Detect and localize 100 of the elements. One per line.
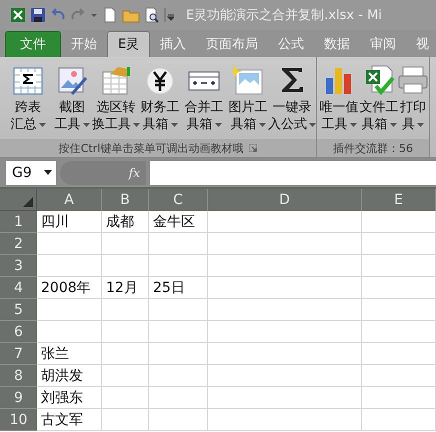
table-cell[interactable]: 古文军 <box>37 409 102 431</box>
select-all-corner[interactable] <box>0 189 37 211</box>
new-document-icon[interactable] <box>102 7 118 23</box>
table-cell[interactable] <box>208 409 362 431</box>
column-header[interactable]: A <box>37 189 102 211</box>
group-label: 按住Ctrl键单击菜单可调出动画教材哦 <box>58 140 244 156</box>
table-cell[interactable]: 张兰 <box>37 343 102 365</box>
row-header[interactable]: 7 <box>0 343 37 365</box>
table-cell[interactable] <box>208 321 362 343</box>
ribbon-button[interactable]: 图片工 具箱 <box>226 61 270 139</box>
table-cell[interactable] <box>37 321 102 343</box>
insert-function-button[interactable]: fx <box>128 166 140 180</box>
formula-input[interactable] <box>150 160 436 184</box>
table-cell[interactable] <box>362 343 436 365</box>
table-cell[interactable] <box>208 387 362 409</box>
table-cell[interactable] <box>102 321 149 343</box>
table-cell[interactable] <box>149 299 208 321</box>
ribbon-button[interactable]: 一键录 入公式 <box>270 61 314 139</box>
table-cell[interactable] <box>149 365 208 387</box>
ribbon-tab[interactable]: 数据 <box>314 32 360 57</box>
table-cell[interactable] <box>208 365 362 387</box>
ribbon-tab[interactable]: 页面布局 <box>196 32 268 57</box>
name-box[interactable]: G9 <box>6 160 56 184</box>
table-cell[interactable] <box>37 299 102 321</box>
print-preview-icon[interactable] <box>144 7 160 23</box>
table-cell[interactable] <box>362 277 436 299</box>
caret-icon <box>258 122 266 126</box>
row-header[interactable]: 10 <box>0 409 37 431</box>
table-cell[interactable] <box>208 211 362 233</box>
table-cell[interactable] <box>208 343 362 365</box>
table-cell[interactable] <box>149 233 208 255</box>
ribbon-tab[interactable]: 审阅 <box>360 32 406 57</box>
ribbon-button[interactable]: 文件工 具箱 <box>359 61 399 139</box>
column-header[interactable]: D <box>208 189 362 211</box>
table-cell[interactable] <box>362 211 436 233</box>
table-cell[interactable] <box>149 343 208 365</box>
table-cell[interactable] <box>102 343 149 365</box>
ribbon-tab[interactable]: 视 <box>406 32 436 57</box>
save-icon[interactable] <box>30 7 46 23</box>
table-cell[interactable] <box>362 299 436 321</box>
table-cell[interactable] <box>149 387 208 409</box>
column-header[interactable]: C <box>149 189 208 211</box>
table-cell[interactable] <box>102 365 149 387</box>
dialog-launcher-icon[interactable] <box>249 144 258 152</box>
table-cell[interactable] <box>102 299 149 321</box>
table-cell[interactable] <box>102 387 149 409</box>
table-cell[interactable] <box>208 277 362 299</box>
column-header[interactable]: E <box>362 189 436 211</box>
ribbon-tab[interactable]: 插入 <box>150 32 196 57</box>
caret-icon <box>214 122 222 126</box>
table-cell[interactable] <box>362 255 436 277</box>
column-header[interactable]: B <box>102 189 149 211</box>
table-cell[interactable] <box>208 255 362 277</box>
ribbon-button[interactable]: 打印 具 <box>399 61 427 139</box>
table-cell[interactable] <box>149 321 208 343</box>
table-cell[interactable]: 成都 <box>102 211 149 233</box>
ribbon-tab[interactable]: 公式 <box>268 32 314 57</box>
table-cell[interactable] <box>37 255 102 277</box>
table-cell[interactable] <box>102 255 149 277</box>
file-tab[interactable]: 文件 <box>5 31 61 57</box>
table-cell[interactable]: 金牛区 <box>149 211 208 233</box>
table-cell[interactable] <box>362 409 436 431</box>
table-cell[interactable] <box>362 233 436 255</box>
spreadsheet-check-icon <box>363 64 395 96</box>
ribbon-button[interactable]: 合并工 具箱 <box>182 61 226 139</box>
row-header[interactable]: 2 <box>0 233 37 255</box>
ribbon-button[interactable]: 财务工 具箱 <box>138 61 182 139</box>
table-cell[interactable]: 12月 <box>102 277 149 299</box>
row-header[interactable]: 6 <box>0 321 37 343</box>
table-cell[interactable] <box>102 409 149 431</box>
ribbon-tab[interactable]: E灵 <box>107 31 150 57</box>
row-header[interactable]: 3 <box>0 255 37 277</box>
ribbon-button[interactable]: 跨表 汇总 <box>6 61 50 139</box>
caret-icon <box>170 122 178 126</box>
table-cell[interactable]: 2008年 <box>37 277 102 299</box>
table-cell[interactable] <box>149 409 208 431</box>
row-header[interactable]: 9 <box>0 387 37 409</box>
table-cell[interactable] <box>362 387 436 409</box>
table-cell[interactable] <box>208 233 362 255</box>
table-cell[interactable] <box>149 255 208 277</box>
table-cell[interactable] <box>208 299 362 321</box>
row-header[interactable]: 5 <box>0 299 37 321</box>
ribbon-button[interactable]: 选区转 换工具 <box>94 61 138 139</box>
table-cell[interactable]: 胡洪发 <box>37 365 102 387</box>
table-cell[interactable]: 25日 <box>149 277 208 299</box>
row-header[interactable]: 8 <box>0 365 37 387</box>
customize-toolbar-icon[interactable] <box>164 7 174 23</box>
row-header[interactable]: 4 <box>0 277 37 299</box>
table-cell[interactable]: 刘强东 <box>37 387 102 409</box>
caret-icon <box>350 122 356 126</box>
ribbon-button[interactable]: 唯一值 工具 <box>319 61 359 139</box>
spreadsheet-icon[interactable] <box>10 7 26 23</box>
ribbon-tab[interactable]: 开始 <box>61 32 107 57</box>
table-cell[interactable] <box>362 321 436 343</box>
table-cell[interactable] <box>37 233 102 255</box>
dropdown-caret-icon[interactable] <box>44 170 52 175</box>
table-cell[interactable] <box>102 233 149 255</box>
row-header[interactable]: 1 <box>0 211 37 233</box>
table-cell[interactable]: 四川 <box>37 211 102 233</box>
table-cell[interactable] <box>362 365 436 387</box>
